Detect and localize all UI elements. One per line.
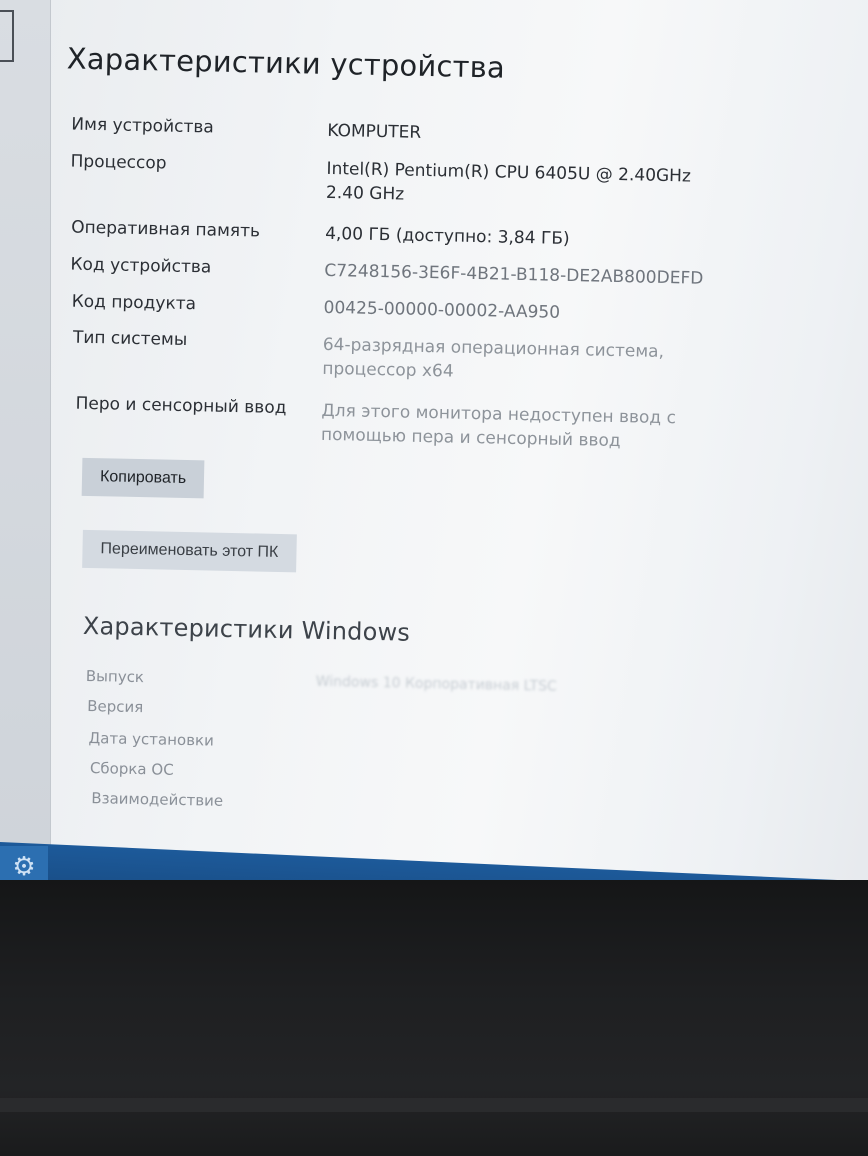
pen-touch-value: Для этого монитора недоступен ввод с пом…	[320, 400, 677, 452]
rename-pc-button[interactable]: Переименовать этот ПК	[82, 529, 297, 573]
install-date-label: Дата установки	[88, 729, 215, 750]
gear-icon: ⚙	[12, 852, 36, 882]
experience-label: Взаимодействие	[91, 789, 224, 810]
pen-touch-label: Перо и сенсорный ввод	[75, 393, 287, 419]
ram-value: 4,00 ГБ (доступно: 3,84 ГБ)	[324, 223, 570, 249]
device-id-value: C7248156-3E6F-4B21-B118-DE2AB800DEFD	[324, 260, 704, 289]
os-build-label: Сборка ОС	[89, 759, 174, 779]
product-id-label: Код продукта	[71, 291, 197, 315]
processor-value: Intel(R) Pentium(R) CPU 6405U @ 2.40GHz …	[325, 158, 692, 205]
system-type-value: 64-разрядная операционная система, проце…	[322, 334, 665, 382]
bezel-edge	[0, 1098, 868, 1112]
product-id-value: 00425-00000-00002-AA950	[323, 297, 561, 323]
ram-label: Оперативная память	[71, 217, 261, 242]
device-name-value: KOMPUTER	[327, 120, 422, 143]
edition-value: Windows 10 Корпоративная LTSC	[315, 673, 557, 695]
monitor-bezel	[0, 880, 868, 1156]
device-specs-title: Характеристики устройства	[66, 41, 506, 85]
processor-label: Процессор	[70, 151, 167, 174]
version-label: Версия	[87, 696, 144, 717]
device-name-label: Имя устройства	[71, 114, 215, 138]
copy-button[interactable]: Копировать	[81, 457, 205, 499]
edition-label: Выпуск	[85, 666, 145, 687]
photo-of-monitor: Характеристики устройства Имя устройства…	[0, 0, 868, 1156]
system-type-label: Тип системы	[72, 327, 188, 350]
windows-specs-title: Характеристики Windows	[82, 611, 411, 647]
about-settings-page: Характеристики устройства Имя устройства…	[0, 0, 868, 878]
screen: Характеристики устройства Имя устройства…	[0, 0, 868, 940]
device-id-label: Код устройства	[70, 254, 212, 278]
